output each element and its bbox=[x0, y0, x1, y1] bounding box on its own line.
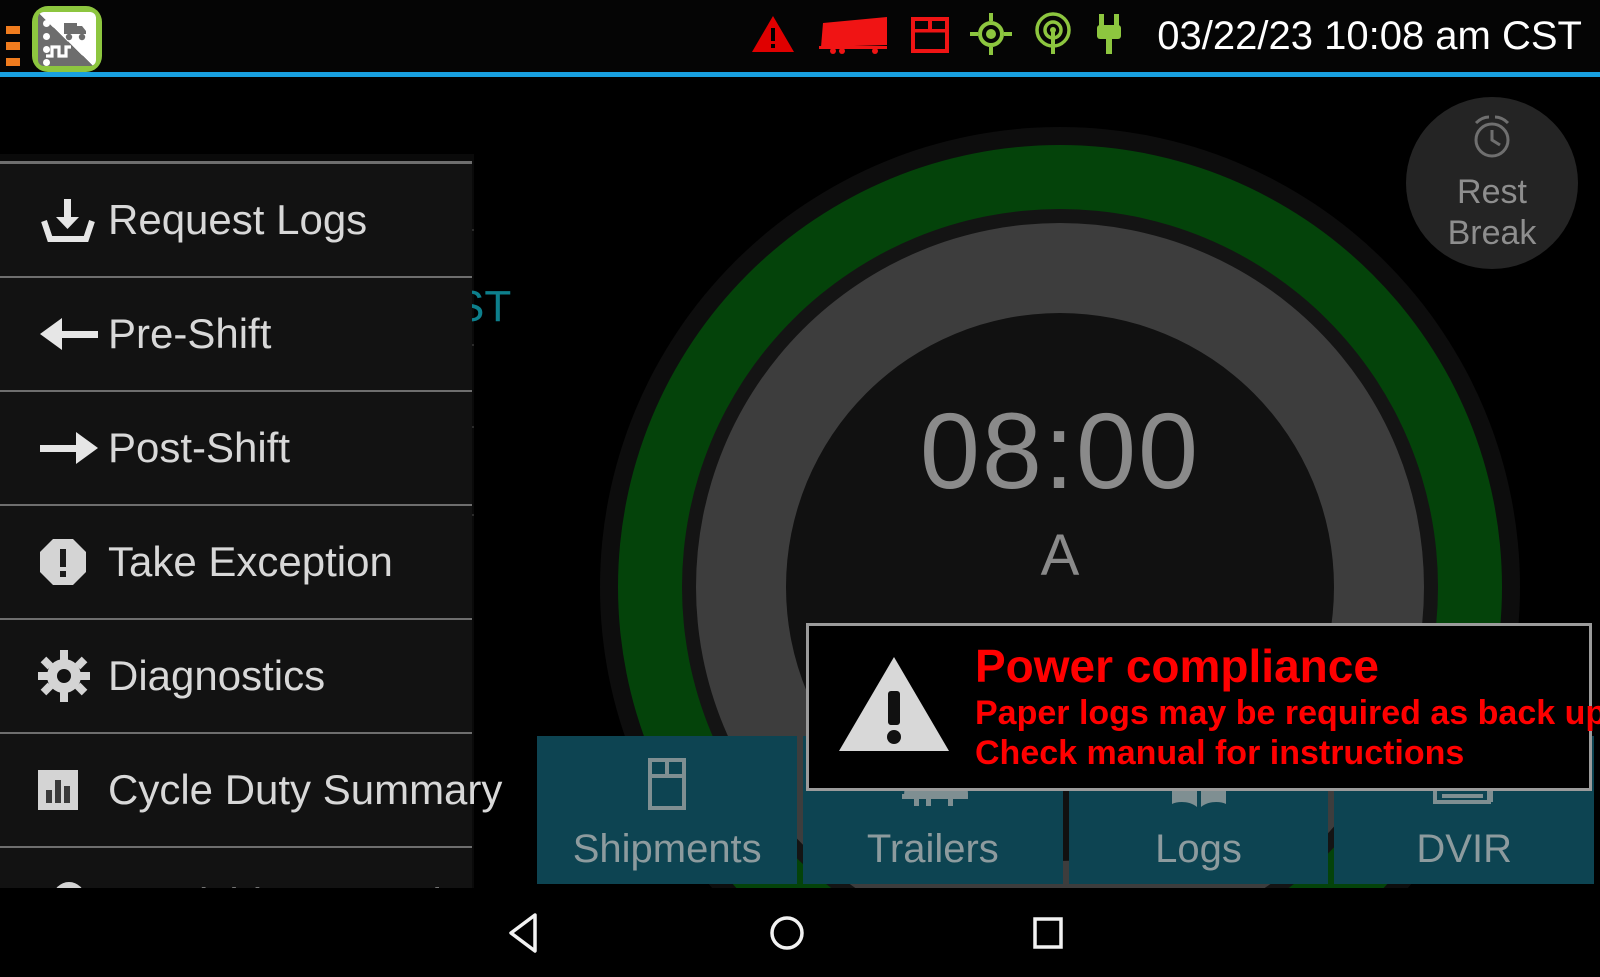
rest-break-button[interactable]: Rest Break bbox=[1406, 97, 1578, 269]
menu-label-pre-shift: Pre-Shift bbox=[108, 310, 272, 357]
main-content: ST 08:00 A Rest Break Shipments Trailers… bbox=[0, 77, 1600, 888]
alert-title: Power compliance bbox=[975, 639, 1379, 692]
signal-tower-icon bbox=[1031, 11, 1075, 61]
rest-break-line1: Rest bbox=[1457, 173, 1527, 212]
side-menu: Request Logs Pre-Shift Post-Shift Take E… bbox=[0, 161, 502, 888]
tile-label-logs: Logs bbox=[1155, 827, 1242, 871]
menu-item-diagnostics[interactable]: Diagnostics bbox=[0, 620, 472, 734]
menu-label-diagnostics: Diagnostics bbox=[108, 652, 326, 699]
tile-label-dvir: DVIR bbox=[1416, 827, 1512, 871]
alarm-clock-icon bbox=[1464, 113, 1520, 172]
spiral-binding-icon bbox=[40, 20, 50, 66]
gps-target-icon bbox=[969, 12, 1013, 61]
warning-triangle-icon bbox=[751, 14, 795, 59]
gauge-time-remaining: 08:00 bbox=[919, 390, 1201, 511]
download-tray-icon bbox=[38, 197, 102, 243]
menu-label-post-shift: Post-Shift bbox=[108, 424, 291, 471]
menu-label-cycle-duty-summary: Cycle Duty Summary bbox=[108, 766, 503, 813]
gear-icon bbox=[38, 650, 102, 702]
menu-label-request-logs: Request Logs bbox=[108, 196, 368, 243]
menu-item-cycle-duty-summary[interactable]: Cycle Duty Summary bbox=[0, 734, 502, 848]
tile-label-trailers: Trailers bbox=[866, 827, 999, 871]
status-clock: 03/22/23 10:08 am CST bbox=[1157, 13, 1582, 58]
overflow-dots-indicator[interactable] bbox=[6, 26, 20, 66]
status-icon-bar: 03/22/23 10:08 am CST bbox=[751, 0, 1582, 72]
menu-item-take-exception[interactable]: Take Exception bbox=[0, 506, 472, 620]
magnifier-check-icon bbox=[38, 878, 102, 888]
device-screen: 03/22/23 10:08 am CST ST 08:00 A Rest Br… bbox=[0, 0, 1600, 977]
arrow-right-icon bbox=[38, 427, 102, 469]
home-circle-icon[interactable] bbox=[727, 888, 847, 977]
back-triangle-icon[interactable] bbox=[465, 888, 585, 977]
alert-line-1: Paper logs may be required as back up bbox=[975, 694, 1600, 733]
menu-item-roadside-inspection[interactable]: Roadside Inspection bbox=[0, 848, 489, 888]
tile-shipments[interactable]: Shipments bbox=[537, 736, 798, 884]
app-header: 03/22/23 10:08 am CST bbox=[0, 0, 1600, 76]
shipment-box-icon bbox=[909, 13, 951, 60]
trailer-icon bbox=[813, 13, 891, 60]
power-compliance-alert[interactable]: Power compliance Paper logs may be requi… bbox=[806, 623, 1600, 791]
android-navigation-bar bbox=[0, 888, 1600, 977]
menu-item-request-logs[interactable]: Request Logs bbox=[0, 164, 472, 278]
gauge-status-label: A bbox=[1040, 523, 1080, 588]
rest-break-line2: Break bbox=[1447, 213, 1537, 252]
alert-line-2: Check manual for instructions bbox=[975, 734, 1465, 773]
octagon-exclamation-icon bbox=[38, 537, 102, 587]
menu-item-pre-shift[interactable]: Pre-Shift bbox=[0, 278, 472, 392]
menu-label-take-exception: Take Exception bbox=[108, 538, 393, 585]
menu-label-roadside-inspection: Roadside Inspection bbox=[108, 880, 489, 888]
menu-item-post-shift[interactable]: Post-Shift bbox=[0, 392, 472, 506]
recents-square-icon[interactable] bbox=[988, 888, 1108, 977]
warning-triangle-icon bbox=[835, 651, 953, 764]
tile-label-shipments: Shipments bbox=[572, 827, 762, 871]
bar-chart-icon bbox=[38, 770, 102, 810]
eld-app-logo-icon[interactable] bbox=[32, 6, 102, 72]
arrow-left-icon bbox=[38, 313, 102, 355]
power-plug-icon bbox=[1093, 12, 1125, 61]
shipment-box-icon bbox=[638, 754, 696, 816]
